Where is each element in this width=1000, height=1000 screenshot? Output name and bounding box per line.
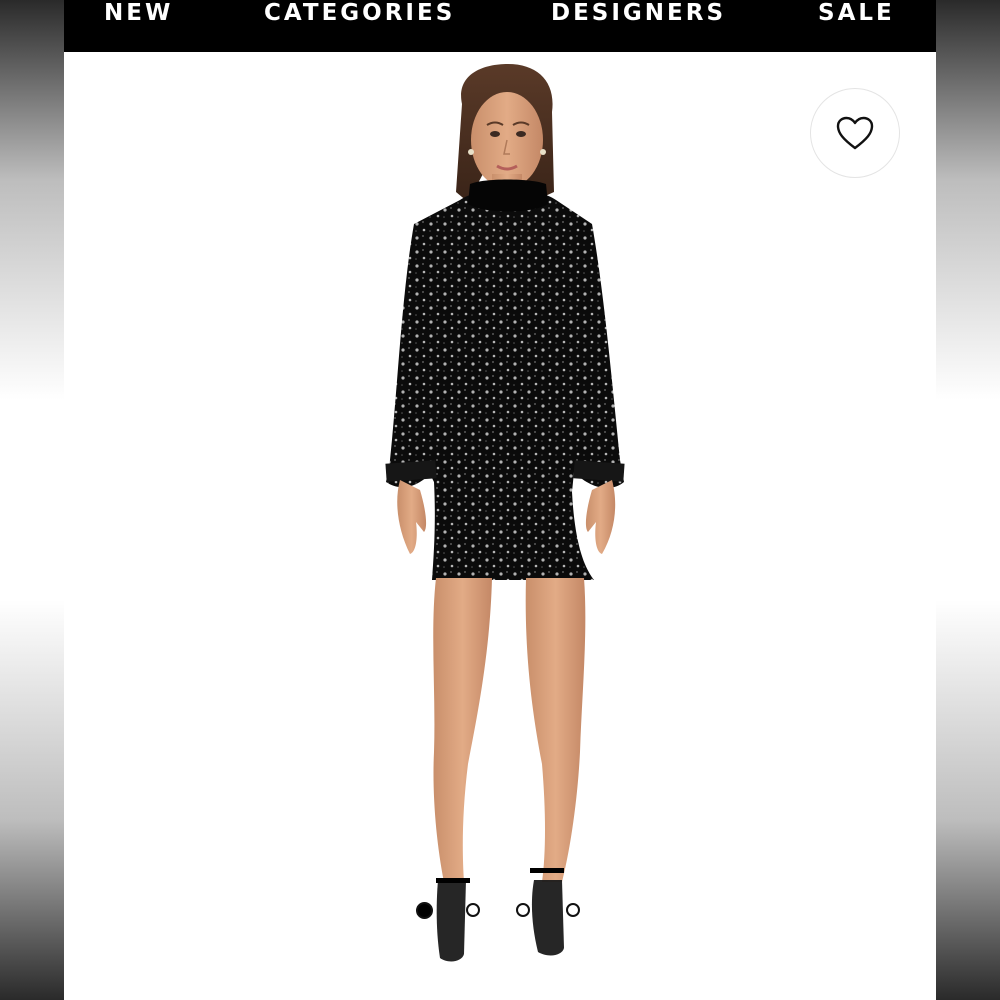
- wishlist-button[interactable]: [810, 88, 900, 178]
- product-image-carousel[interactable]: [64, 52, 936, 1000]
- carousel-dot-2[interactable]: [466, 903, 480, 917]
- carousel-dot-1[interactable]: [416, 902, 433, 919]
- app-screen: NEW CATEGORIES DESIGNERS SALE: [64, 0, 936, 1000]
- nav-item-sale[interactable]: SALE: [818, 0, 895, 28]
- nav-item-designers[interactable]: DESIGNERS: [551, 0, 726, 28]
- carousel-dot-4[interactable]: [566, 903, 580, 917]
- top-navigation: NEW CATEGORIES DESIGNERS SALE: [64, 0, 936, 52]
- nav-item-categories[interactable]: CATEGORIES: [264, 0, 455, 28]
- product-image[interactable]: [64, 52, 936, 1000]
- nav-item-new[interactable]: NEW: [104, 0, 173, 28]
- model-figure: [385, 64, 625, 962]
- screenshot-frame: NEW CATEGORIES DESIGNERS SALE: [0, 0, 1000, 1000]
- carousel-dots: [416, 902, 586, 921]
- carousel-dot-3[interactable]: [516, 903, 530, 917]
- heart-outline-icon: [836, 116, 874, 150]
